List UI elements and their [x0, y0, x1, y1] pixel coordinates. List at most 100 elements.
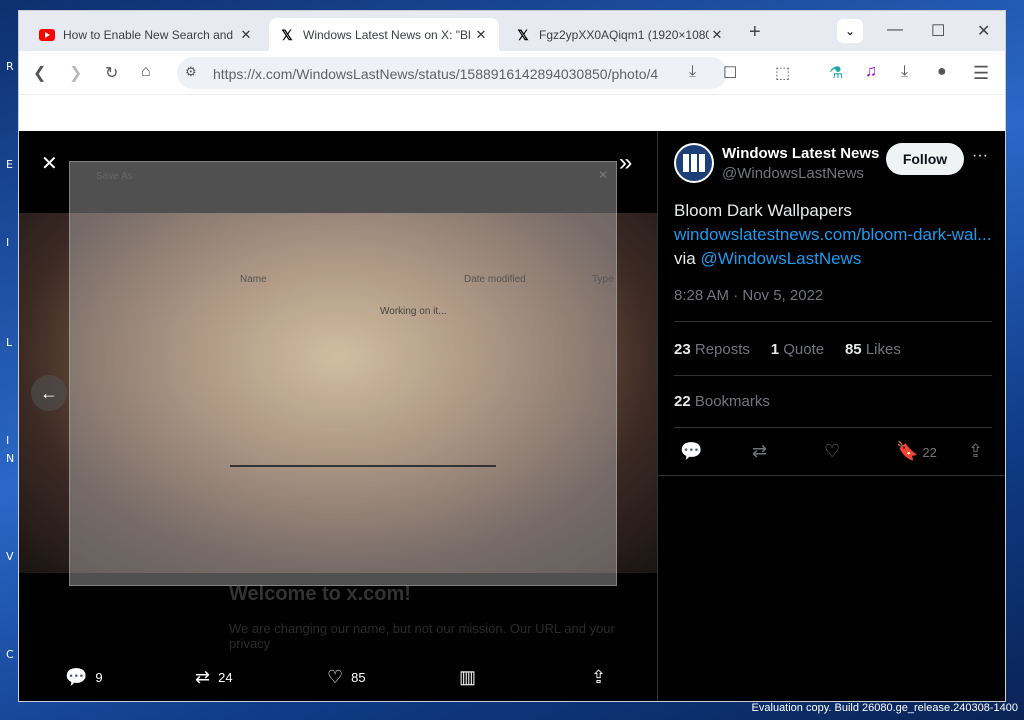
- quotes-stat[interactable]: 1 Quote: [771, 341, 824, 358]
- analytics-icon: ▥: [459, 667, 477, 687]
- tab-windows-latest[interactable]: 𝕏 Windows Latest News on X: "Bl ✕: [269, 18, 499, 51]
- repost-button[interactable]: ⇄ 24: [195, 667, 233, 688]
- desktop-icon-label[interactable]: E: [6, 158, 13, 171]
- new-tab-button[interactable]: +: [749, 21, 761, 44]
- labs-icon[interactable]: ⚗: [829, 63, 843, 83]
- address-bar[interactable]: ⚙ https://x.com/WindowsLastNews/status/1…: [177, 57, 737, 89]
- more-options-icon[interactable]: ···: [972, 147, 988, 165]
- desktop-icon-label[interactable]: V: [6, 550, 14, 563]
- column-date[interactable]: Date modified: [464, 274, 526, 285]
- bookmark-icon[interactable]: 🔖 22: [896, 441, 937, 462]
- desktop-icon-label[interactable]: C: [6, 648, 14, 661]
- repost-count: 24: [218, 670, 233, 685]
- browser-window: How to Enable New Search and ✕ 𝕏 Windows…: [18, 10, 1006, 702]
- close-icon[interactable]: ✕: [709, 27, 725, 43]
- progress-bar: [230, 465, 496, 467]
- reload-icon[interactable]: ↻: [105, 63, 118, 83]
- repost-icon[interactable]: ⇄: [752, 441, 767, 462]
- welcome-subtitle: We are changing our name, but not our mi…: [229, 621, 615, 651]
- repost-icon: ⇄: [195, 667, 211, 687]
- bookmark-count: 22: [922, 445, 937, 460]
- forward-icon[interactable]: ❯: [69, 63, 82, 83]
- previous-photo-button[interactable]: ←: [31, 375, 67, 411]
- reply-button[interactable]: 💬 9: [65, 667, 103, 688]
- expand-panel-icon[interactable]: »: [619, 149, 632, 177]
- bookmarks-stat[interactable]: 22 Bookmarks: [674, 393, 770, 410]
- bookmark-star-icon[interactable]: ☐: [723, 63, 737, 83]
- extensions-icon[interactable]: ⬚: [775, 63, 790, 83]
- tweet-text: Bloom Dark Wallpapers windowslatestnews.…: [674, 199, 994, 271]
- tweet-stats: 23 Reposts 1 Quote 85 Likes: [674, 341, 901, 358]
- reposts-stat[interactable]: 23 Reposts: [674, 341, 750, 358]
- home-icon[interactable]: ⌂: [141, 63, 151, 81]
- browser-toolbar: ❮ ❯ ↻ ⌂ ⚙ https://x.com/WindowsLastNews/…: [19, 51, 1005, 95]
- desktop-icon-label[interactable]: R: [6, 60, 14, 73]
- close-icon[interactable]: ✕: [598, 168, 608, 182]
- share-icon: ⇪: [591, 667, 607, 687]
- tab-image[interactable]: 𝕏 Fgz2ypXX0AQiqm1 (1920×1080) ✕: [505, 18, 735, 51]
- column-type[interactable]: Type: [592, 274, 614, 285]
- x-photo-view: ✕ » ← Welcome to x.com! We are changing …: [19, 131, 1005, 701]
- views-button[interactable]: ▥: [459, 667, 476, 688]
- tab-title: Windows Latest News on X: "Bl: [303, 27, 471, 42]
- avatar[interactable]: [674, 143, 714, 183]
- like-button[interactable]: ♡ 85: [327, 667, 366, 688]
- save-as-dialog[interactable]: Save As ✕ Name Date modified Type Workin…: [69, 161, 617, 586]
- tweet-actions: 💬 ⇄ ♡ 🔖 22 ⇪: [658, 431, 1005, 475]
- column-name[interactable]: Name: [240, 274, 267, 285]
- welcome-title: Welcome to x.com!: [229, 583, 411, 605]
- tweet-body: Bloom Dark Wallpapers: [674, 201, 852, 220]
- follow-button[interactable]: Follow: [886, 143, 964, 175]
- back-icon[interactable]: ❮: [33, 63, 46, 83]
- tab-title: How to Enable New Search and: [63, 27, 234, 42]
- close-icon[interactable]: ✕: [473, 27, 489, 43]
- evaluation-watermark: Evaluation copy. Build 26080.ge_release.…: [751, 702, 1018, 714]
- tab-title: Fgz2ypXX0AQiqm1 (1920×1080): [539, 27, 709, 42]
- media-icon[interactable]: ♫: [865, 63, 877, 81]
- account-handle[interactable]: @WindowsLastNews: [722, 165, 864, 182]
- account-name[interactable]: Windows Latest News: [722, 145, 879, 162]
- site-info-icon[interactable]: ⚙: [185, 64, 197, 80]
- desktop-icon-label[interactable]: L: [6, 336, 12, 349]
- like-count: 85: [351, 670, 366, 685]
- tab-strip: How to Enable New Search and ✕ 𝕏 Windows…: [19, 11, 1005, 51]
- close-media-icon[interactable]: ✕: [41, 151, 58, 176]
- desktop-icon-label[interactable]: N: [6, 452, 14, 465]
- reply-count: 9: [95, 670, 103, 685]
- divider: [674, 375, 992, 376]
- tweet-link[interactable]: windowslatestnews.com/bloom-dark-wal...: [674, 225, 991, 244]
- maximize-button[interactable]: ☐: [931, 21, 945, 41]
- x-logo-icon: 𝕏: [517, 26, 529, 43]
- desktop-icon-label[interactable]: I: [6, 434, 9, 447]
- dialog-status: Working on it...: [380, 306, 447, 317]
- close-icon[interactable]: ✕: [238, 27, 254, 43]
- heart-icon: ♡: [327, 667, 344, 687]
- url-text: https://x.com/WindowsLastNews/status/158…: [213, 66, 659, 82]
- profile-icon[interactable]: ●: [937, 63, 947, 81]
- youtube-icon: [39, 28, 55, 41]
- reply-icon[interactable]: 💬: [680, 441, 702, 462]
- tab-youtube[interactable]: How to Enable New Search and ✕: [29, 18, 264, 51]
- tweet-timestamp[interactable]: 8:28 AM · Nov 5, 2022: [674, 287, 823, 304]
- minimize-button[interactable]: —: [887, 21, 903, 39]
- install-app-icon[interactable]: ⤓: [689, 63, 696, 81]
- desktop-icon-label[interactable]: I: [6, 236, 9, 249]
- tweet-via: via: [674, 249, 696, 268]
- tab-search-button[interactable]: ⌄: [837, 19, 863, 43]
- share-button[interactable]: ⇪: [591, 667, 606, 688]
- share-icon[interactable]: ⇪: [968, 441, 983, 462]
- media-actions: 💬 9 ⇄ 24 ♡ 85 ▥ ⇪: [19, 653, 657, 701]
- divider: [674, 427, 992, 428]
- download-icon[interactable]: ⤓: [901, 63, 908, 81]
- tweet-mention[interactable]: @WindowsLastNews: [700, 249, 861, 268]
- dialog-title: Save As: [96, 171, 133, 182]
- divider: [658, 475, 1005, 476]
- reply-icon: 💬: [65, 667, 88, 687]
- likes-stat[interactable]: 85 Likes: [845, 341, 901, 358]
- window-close-button[interactable]: ✕: [977, 21, 990, 41]
- divider: [674, 321, 992, 322]
- menu-icon[interactable]: ☰: [973, 63, 989, 84]
- x-logo-icon: 𝕏: [281, 26, 293, 43]
- tweet-panel: Windows Latest News @WindowsLastNews Fol…: [657, 131, 1005, 701]
- heart-icon[interactable]: ♡: [824, 441, 840, 462]
